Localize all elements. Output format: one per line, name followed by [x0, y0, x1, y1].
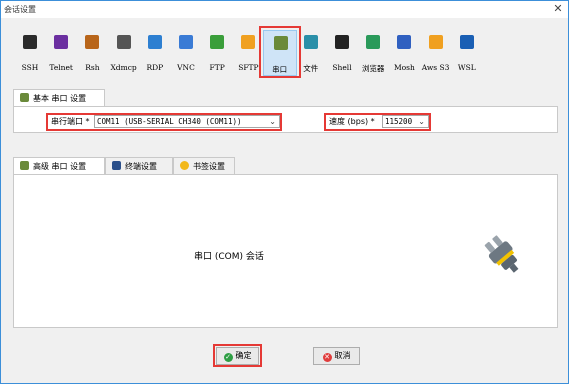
tab-advanced-serial-settings[interactable]: 高级 串口 设置 [13, 157, 105, 175]
rsh-icon [85, 35, 100, 49]
wrench-icon [23, 35, 37, 49]
session-type-text: 串口 (COM) 会话 [194, 252, 264, 262]
chevron-down-icon: ⌄ [269, 117, 276, 126]
speed-value: 115200 [385, 117, 413, 126]
browser-icon [366, 35, 381, 49]
protocol-button-14[interactable]: WSL [450, 30, 484, 76]
tab-basic-serial-settings[interactable]: 基本 串口 设置 [13, 89, 105, 107]
ftp-icon [210, 35, 225, 49]
window-title: 会话设置 [4, 5, 36, 14]
shell-icon [335, 35, 349, 49]
cancel-button[interactable]: ✕ 取消 [313, 347, 360, 365]
tab-terminal-label: 终端设置 [125, 162, 157, 171]
tab-bookmark-settings[interactable]: 书签设置 [173, 157, 235, 175]
mosh-icon [397, 35, 412, 49]
serial-plug-large-icon [484, 235, 519, 273]
protocol-toolbar: SSH Telnet Rsh Xdmcp RDP VNC FTP SFTP 串口 文件 Shell 浏… [1, 18, 568, 80]
tab-bookmark-label: 书签设置 [193, 162, 225, 171]
protocol-label: WSL [457, 63, 476, 72]
tab-basic-label: 基本 串口 设置 [33, 94, 87, 103]
terminal-icon [112, 161, 121, 170]
cancel-icon: ✕ [322, 353, 332, 362]
speed-select[interactable]: 115200 ⌄ [382, 115, 429, 128]
star-icon [180, 161, 189, 170]
cancel-label: 取消 [334, 351, 351, 360]
session-settings-window: 会话设置 ✕ SSH Telnet Rsh Xdmcp RDP VNC FTP SFTP 串口文… [0, 0, 569, 384]
session-preview-panel: 串口 (COM) 会话 [13, 174, 558, 328]
vnc-icon [179, 35, 193, 49]
wsl-icon [459, 35, 474, 49]
aws-s3-icon [428, 35, 443, 49]
serial-port-label: 串行端口 * [51, 117, 90, 126]
serial-port-value: COM11 (USB-SERIAL CH340 (COM11)) [97, 117, 242, 126]
serial-plug-icon [20, 161, 29, 170]
serial-port-select[interactable]: COM11 (USB-SERIAL CH340 (COM11)) ⌄ [94, 115, 280, 128]
title-bar: 会话设置 ✕ [1, 1, 568, 18]
rdp-icon [147, 35, 162, 49]
xdmcp-icon [116, 35, 131, 49]
check-icon: ✓ [223, 353, 233, 362]
close-icon[interactable]: ✕ [552, 2, 564, 16]
tab-advanced-label: 高级 串口 设置 [33, 162, 87, 171]
ok-button[interactable]: ✓ 确定 [216, 347, 259, 365]
sftp-icon [241, 35, 256, 49]
ok-label: 确定 [235, 351, 252, 360]
telnet-icon [54, 35, 69, 49]
serial-plug-icon [20, 93, 29, 102]
file-icon [303, 35, 318, 49]
chevron-down-icon: ⌄ [418, 117, 425, 126]
tab-terminal-settings[interactable]: 终端设置 [105, 157, 173, 175]
speed-label: 速度 (bps) * [329, 117, 375, 126]
